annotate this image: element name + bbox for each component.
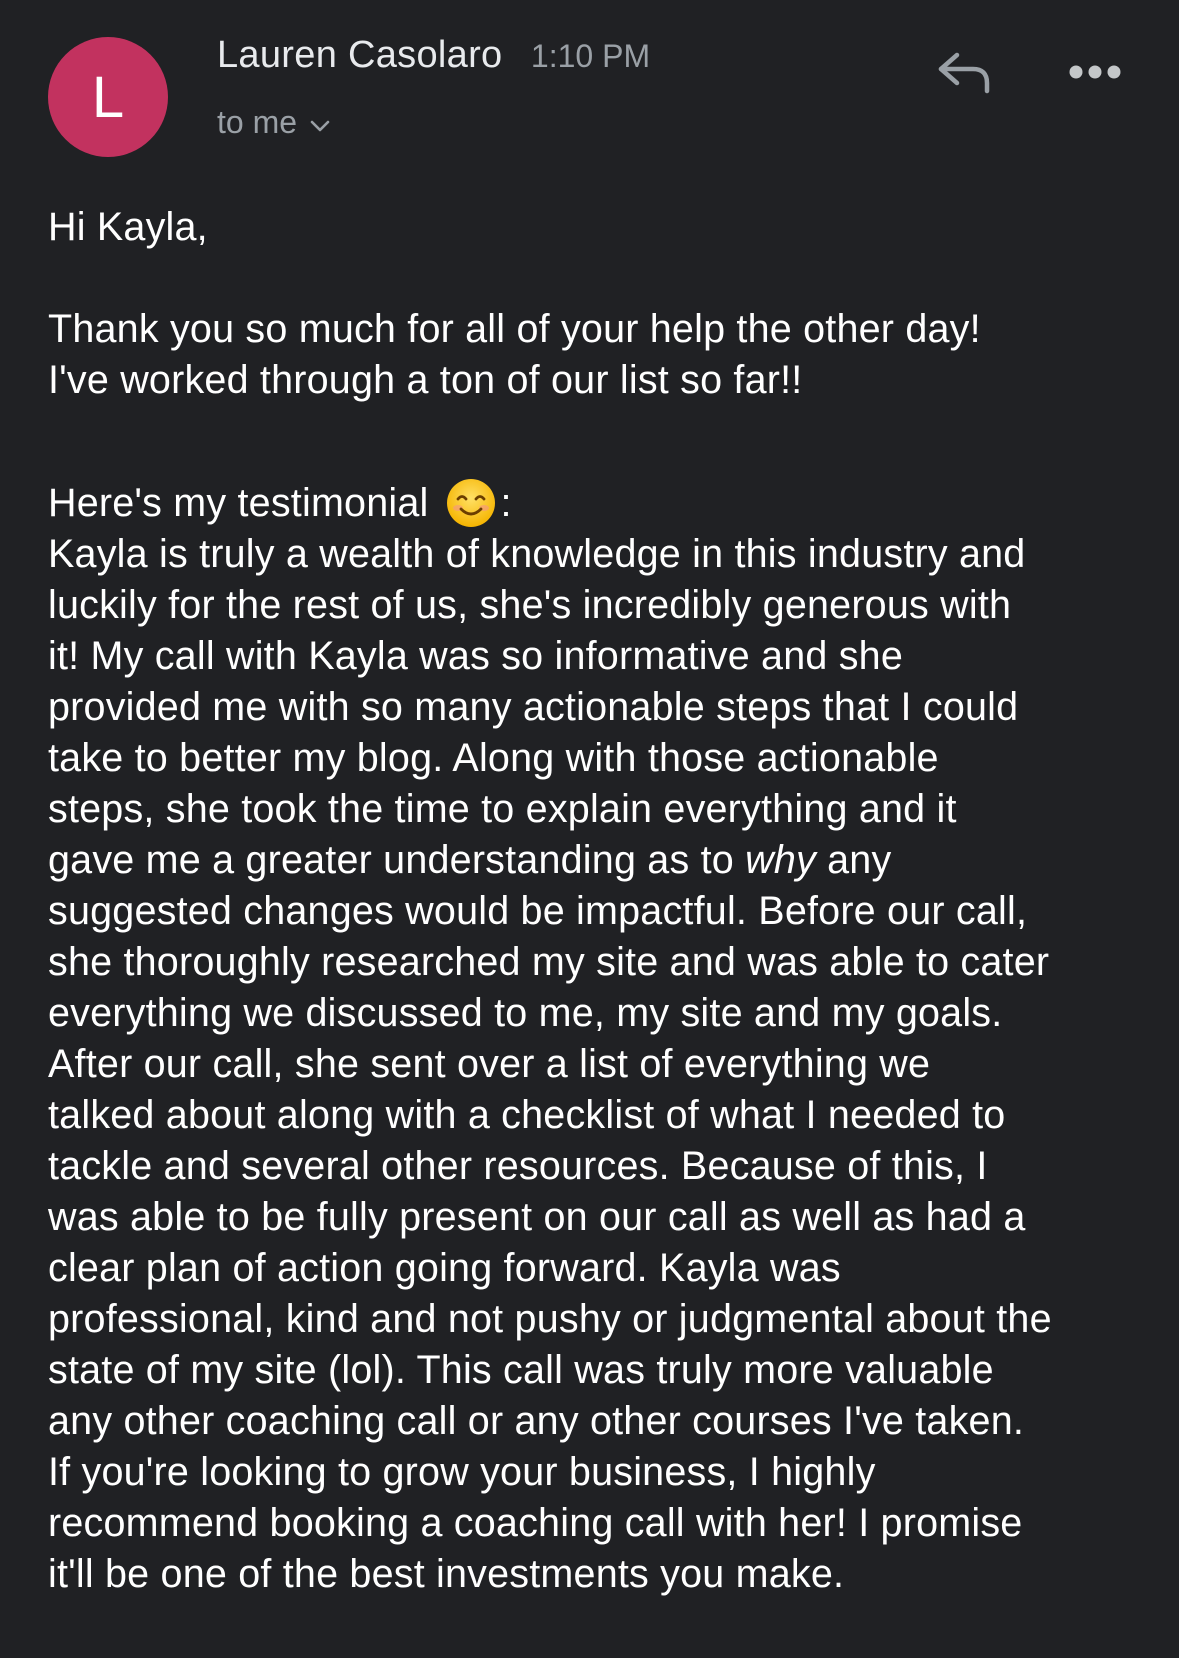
sent-time: 1:10 PM xyxy=(530,38,651,74)
testimonial-line: any other coaching call or any other cou… xyxy=(48,1399,1025,1443)
testimonial-line-end: any xyxy=(815,838,892,882)
email-body: Hi Kayla, Thank you so much for all of y… xyxy=(48,202,1138,1600)
chevron-down-icon xyxy=(309,104,331,141)
greeting: Hi Kayla, xyxy=(48,205,208,249)
testimonial-line: everything we discussed to me, my site a… xyxy=(48,991,1003,1035)
testimonial-line: If you're looking to grow your business,… xyxy=(48,1450,876,1494)
testimonial-line: state of my site (lol). This call was tr… xyxy=(48,1348,994,1392)
more-options-icon xyxy=(1068,64,1122,85)
testimonial-line: it'll be one of the best investments you… xyxy=(48,1552,845,1596)
testimonial-line-with-emphasis: gave me a greater understanding as to wh… xyxy=(48,835,1138,886)
testimonial-line: Kayla is truly a wealth of knowledge in … xyxy=(48,532,1026,576)
testimonial-line: After our call, she sent over a list of … xyxy=(48,1042,931,1086)
testimonial-line: recommend booking a coaching call with h… xyxy=(48,1501,1023,1545)
testimonial-line: take to better my blog. Along with those… xyxy=(48,736,939,780)
testimonial-heading: Here's my testimonial: xyxy=(48,477,1138,529)
sender-line: Lauren Casolaro 1:10 PM xyxy=(217,34,650,77)
testimonial-line: tackle and several other resources. Beca… xyxy=(48,1144,988,1188)
more-options-button[interactable] xyxy=(1060,54,1130,94)
reply-button[interactable] xyxy=(932,44,996,104)
testimonial-heading-colon: : xyxy=(500,480,512,525)
testimonial-section: Here's my testimonial: Kayla is truly a… xyxy=(48,477,1138,1600)
testimonial-line: talked about along with a checklist of w… xyxy=(48,1093,1006,1137)
avatar[interactable]: L xyxy=(48,37,168,157)
emphasized-word: why xyxy=(745,838,816,882)
sender-name[interactable]: Lauren Casolaro xyxy=(217,34,502,76)
recipient-details-toggle[interactable]: to me xyxy=(217,104,331,141)
testimonial-line-start: gave me a greater understanding as to xyxy=(48,838,746,882)
intro-line: Thank you so much for all of your help t… xyxy=(48,307,981,351)
testimonial-line: clear plan of action going forward. Kayl… xyxy=(48,1246,841,1290)
email-header: L Lauren Casolaro 1:10 PM to me xyxy=(0,0,1179,175)
testimonial-line: it! My call with Kayla was so informativ… xyxy=(48,634,903,678)
testimonial-line: she thoroughly researched my site and wa… xyxy=(48,940,1050,984)
testimonial-line: steps, she took the time to explain ever… xyxy=(48,787,957,831)
testimonial-line: luckily for the rest of us, she's incred… xyxy=(48,583,1012,627)
recipient-label: to me xyxy=(217,104,298,140)
testimonial-line: suggested changes would be impactful. Be… xyxy=(48,889,1028,933)
reply-icon xyxy=(935,47,993,102)
testimonial-line: provided me with so many actionable step… xyxy=(48,685,1019,729)
smiling-face-emoji-icon xyxy=(445,477,497,529)
intro-line: I've worked through a ton of our list so… xyxy=(48,358,803,402)
testimonial-line: was able to be fully present on our call… xyxy=(48,1195,1026,1239)
testimonial-heading-text: Here's my testimonial xyxy=(48,480,429,525)
intro-paragraph: Thank you so much for all of your help t… xyxy=(48,304,1138,406)
avatar-letter: L xyxy=(91,64,125,130)
testimonial-line: professional, kind and not pushy or judg… xyxy=(48,1297,1052,1341)
